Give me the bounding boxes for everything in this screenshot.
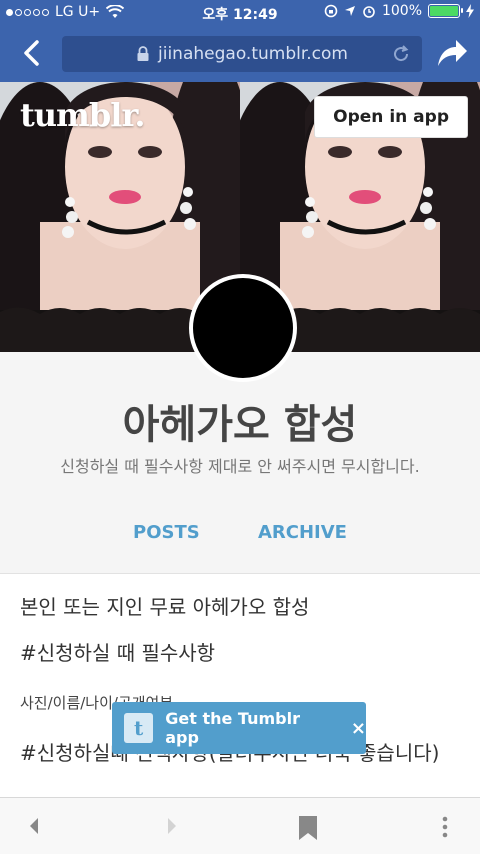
tab-archive[interactable]: ARCHIVE (258, 522, 347, 543)
browser-chrome: LG U+ 오후 12:49 100% jiinahegao.tumblr.co… (0, 0, 480, 82)
tumblr-logo[interactable]: tumblr. (20, 96, 145, 134)
get-app-label: Get the Tumblr app (165, 709, 300, 747)
forward-arrow-icon[interactable] (164, 814, 180, 838)
blog-title: 아헤가오 합성 (122, 402, 358, 448)
back-arrow-icon[interactable] (26, 814, 42, 838)
battery-percent: 100% (381, 3, 422, 19)
alarm-icon (363, 6, 375, 18)
rotation-lock-icon (324, 4, 338, 18)
post-hashtag[interactable]: #신청하실 때 필수사항 (20, 638, 470, 668)
url-text: jiinahegao.tumblr.com (158, 44, 348, 64)
url-row: jiinahegao.tumblr.com (0, 28, 480, 80)
reload-icon[interactable] (390, 43, 412, 65)
divider (0, 573, 480, 574)
more-menu-icon[interactable] (438, 814, 452, 840)
post-line: 본인 또는 지인 무료 아헤가오 합성 (20, 595, 310, 619)
bookmark-icon[interactable] (296, 814, 320, 842)
get-app-banner[interactable]: t Get the Tumblr app × (112, 702, 366, 754)
location-arrow-icon (344, 6, 355, 16)
browser-toolbar (0, 797, 480, 854)
tab-posts[interactable]: POSTS (133, 522, 200, 543)
tumblr-t-icon: t (124, 713, 154, 743)
share-icon[interactable] (434, 36, 470, 70)
blog-description: 신청하실 때 필수사항 제대로 안 써주시면 무시합니다. (60, 457, 420, 476)
blog-tabs: POSTS ARCHIVE (0, 522, 480, 543)
battery-icon (428, 4, 463, 18)
close-icon[interactable]: × (351, 718, 366, 739)
address-bar[interactable]: jiinahegao.tumblr.com (62, 36, 422, 72)
open-in-app-button[interactable]: Open in app (314, 96, 468, 138)
blog-profile: 아헤가오 합성 신청하실 때 필수사항 제대로 안 써주시면 무시합니다. PO… (0, 352, 480, 574)
avatar[interactable] (189, 274, 297, 382)
back-chevron-icon[interactable] (16, 36, 50, 70)
lock-icon (137, 46, 149, 61)
status-bar: LG U+ 오후 12:49 100% (0, 0, 480, 26)
charging-bolt-icon (466, 4, 474, 18)
